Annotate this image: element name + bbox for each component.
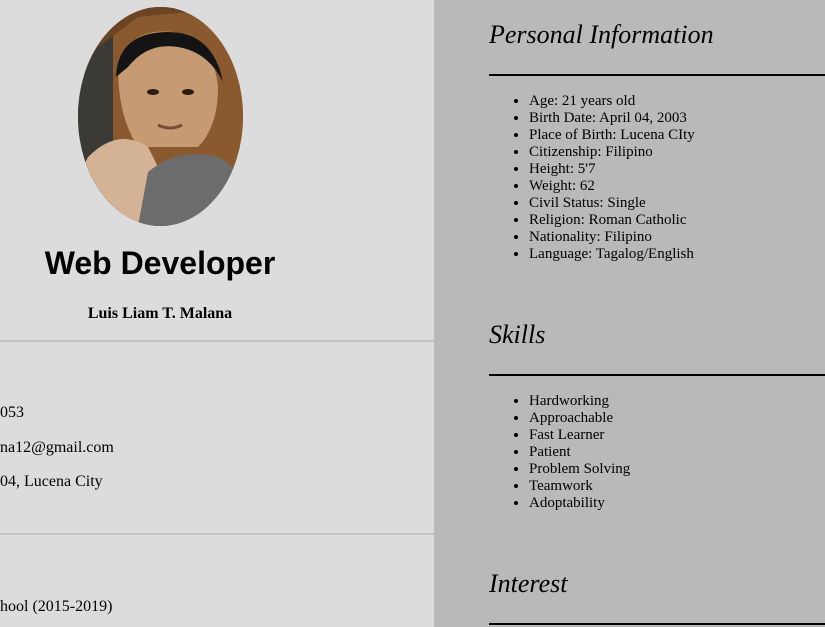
list-item: Citizenship: Filipino (529, 144, 695, 161)
list-item: Age: 21 years old (529, 93, 695, 110)
left-panel: Web Developer Luis Liam T. Malana 053 na… (0, 0, 434, 627)
personal-info-list: Age: 21 years oldBirth Date: April 04, 2… (489, 93, 695, 263)
section-rule (489, 74, 825, 76)
skills-list: HardworkingApproachableFast LearnerPatie… (489, 393, 630, 512)
section-heading-personal: Personal Information (489, 20, 714, 49)
list-item: Civil Status: Single (529, 195, 695, 212)
list-item: Language: Tagalog/English (529, 246, 695, 263)
profile-photo-image (78, 7, 243, 226)
list-item: Teamwork (529, 478, 630, 495)
list-item: Birth Date: April 04, 2003 (529, 110, 695, 127)
contact-phone: 053 (0, 404, 24, 421)
right-panel: Personal Information Age: 21 years oldBi… (434, 0, 825, 627)
section-heading-interest: Interest (489, 569, 568, 598)
list-item: Religion: Roman Catholic (529, 212, 695, 229)
list-item: Weight: 62 (529, 178, 695, 195)
list-item: Height: 5'7 (529, 161, 695, 178)
list-item: Problem Solving (529, 461, 630, 478)
job-title: Web Developer (44, 245, 276, 281)
contact-email: na12@gmail.com (0, 439, 114, 456)
list-item: Place of Birth: Lucena CIty (529, 127, 695, 144)
list-item: Approachable (529, 410, 630, 427)
divider (0, 340, 434, 342)
profile-photo (78, 7, 243, 226)
section-heading-skills: Skills (489, 320, 546, 349)
full-name: Luis Liam T. Malana (87, 305, 233, 322)
divider (0, 533, 434, 535)
list-item: Nationality: Filipino (529, 229, 695, 246)
list-item: Fast Learner (529, 427, 630, 444)
contact-address: 04, Lucena City (0, 473, 103, 490)
education-item: hool (2015-2019) (0, 598, 113, 615)
list-item: Hardworking (529, 393, 630, 410)
section-rule (489, 623, 825, 625)
list-item: Adoptability (529, 495, 630, 512)
section-rule (489, 374, 825, 376)
list-item: Patient (529, 444, 630, 461)
